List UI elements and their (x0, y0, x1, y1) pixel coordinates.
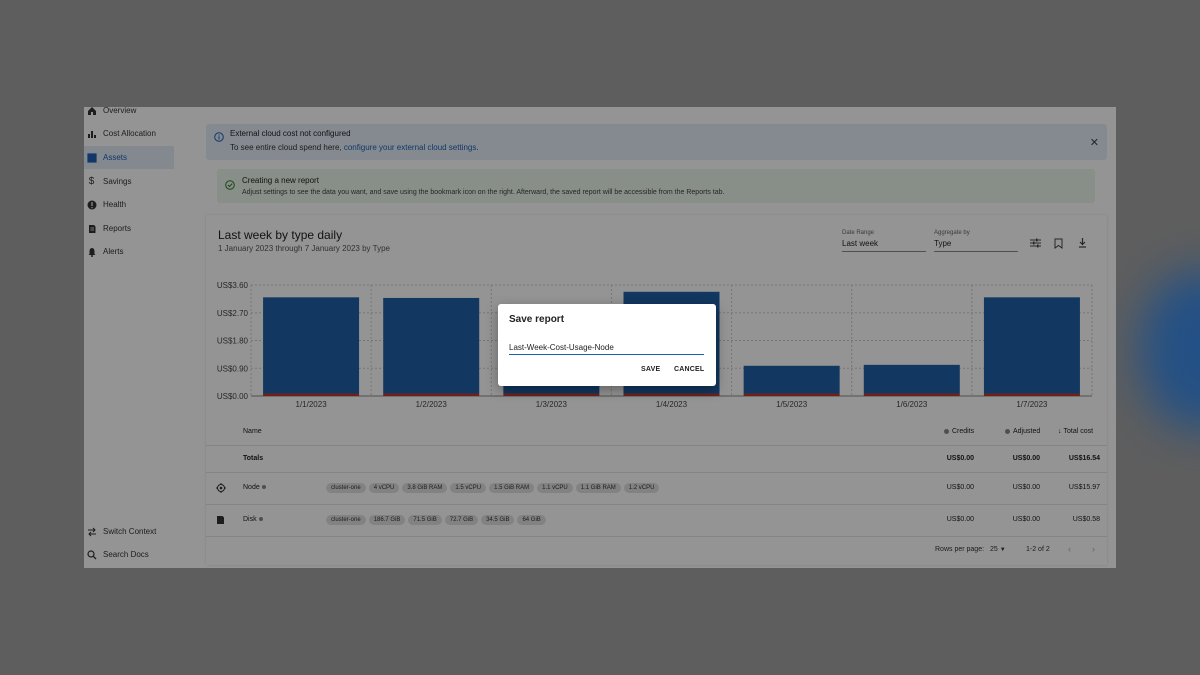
cancel-button[interactable]: CANCEL (674, 366, 704, 373)
app-window: Overview Cost Allocation Assets $ Saving… (84, 107, 1116, 568)
report-name-input[interactable] (509, 341, 704, 355)
dialog-title: Save report (509, 314, 565, 325)
background-glow (1140, 270, 1200, 430)
save-button[interactable]: SAVE (641, 366, 660, 373)
save-report-dialog: Save report SAVE CANCEL (498, 304, 716, 386)
